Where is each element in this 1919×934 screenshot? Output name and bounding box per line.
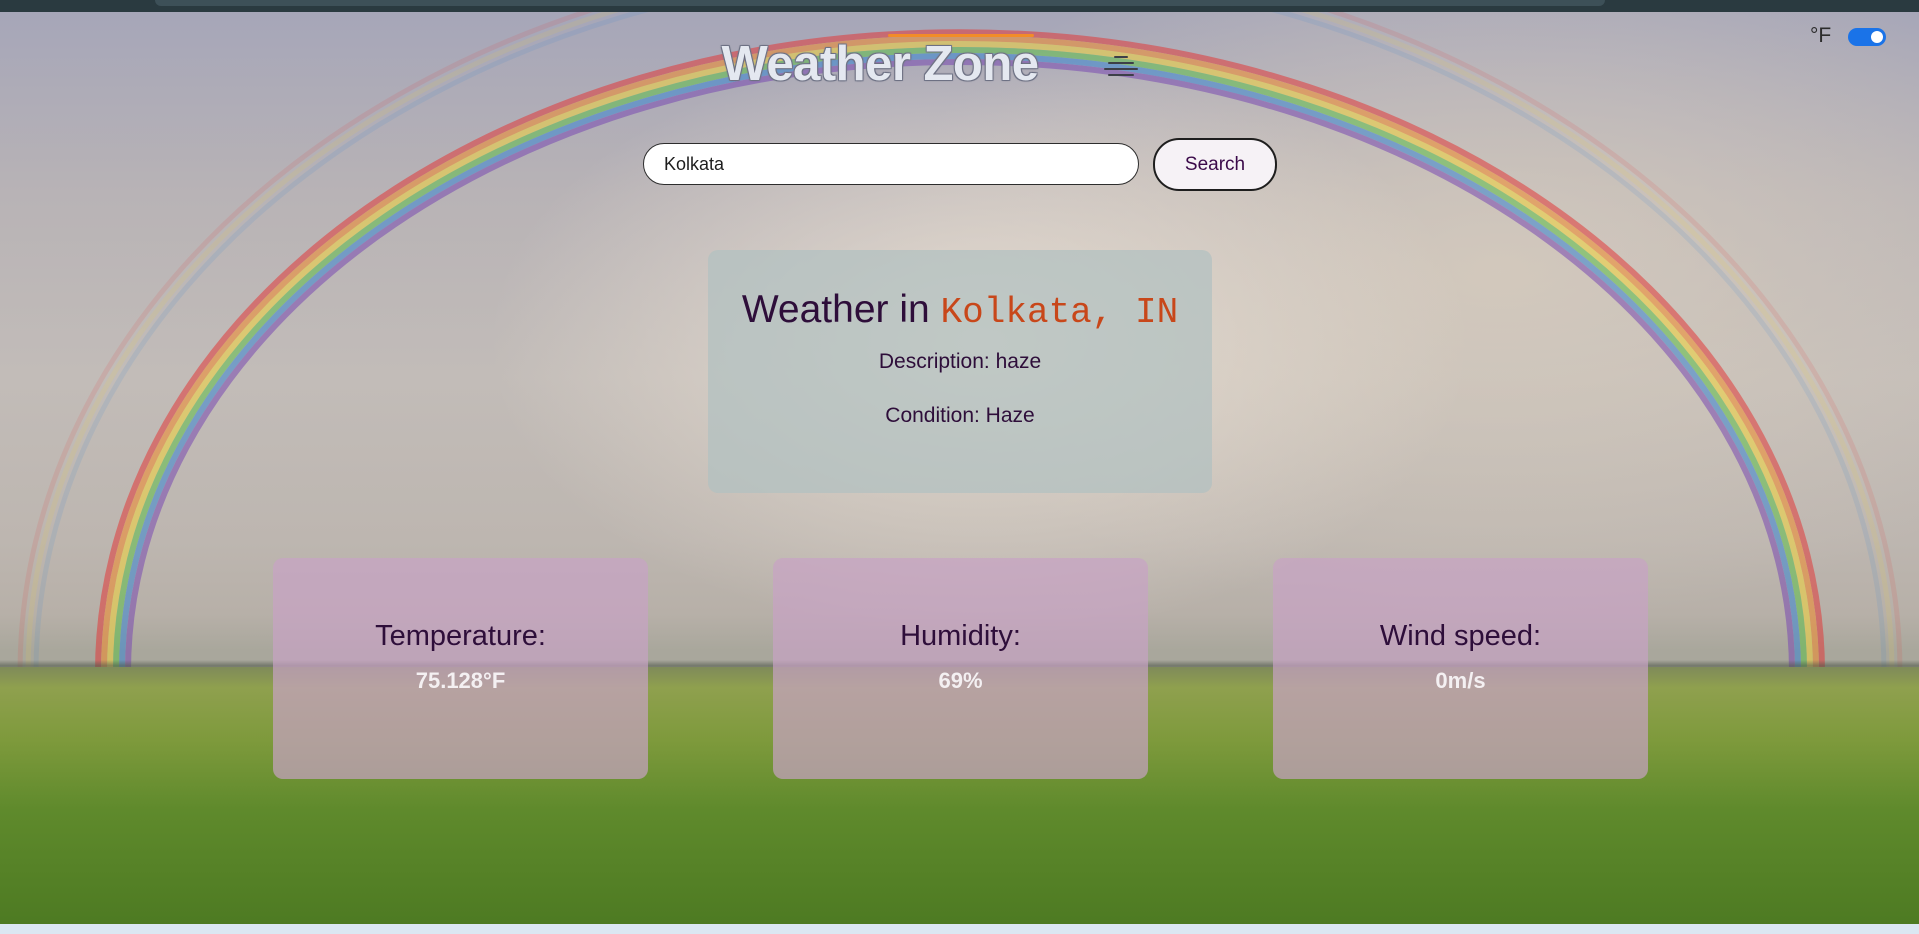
app-title: Weather Zone [721, 37, 1039, 91]
browser-bottom-bar [0, 924, 1919, 934]
temperature-value: 75.128°F [415, 668, 506, 693]
weather-condition: Condition: Haze [885, 404, 1035, 427]
weather-description: Description: haze [878, 350, 1042, 373]
temperature-card: Temperature: 75.128°F [273, 558, 648, 779]
unit-label: °F [1810, 24, 1832, 47]
humidity-value: 69% [938, 668, 983, 693]
wind-speed-label: Wind speed: [1379, 620, 1542, 652]
humidity-label: Humidity: [900, 620, 1021, 652]
haze-lines-icon [1104, 56, 1138, 80]
weather-heading: Weather in Kolkata, IN [708, 288, 1212, 333]
weather-summary-card: Weather in Kolkata, IN Description: haze… [708, 250, 1212, 493]
wind-speed-card: Wind speed: 0m/s [1273, 558, 1648, 779]
weather-heading-prefix: Weather in [741, 288, 930, 331]
top-bar-handle [155, 0, 1605, 6]
toggle-knob [1871, 31, 1883, 43]
weather-location: Kolkata, IN [940, 292, 1179, 333]
humidity-card: Humidity: 69% [773, 558, 1148, 779]
browser-top-bar [0, 0, 1919, 12]
search-button[interactable]: Search [1153, 138, 1277, 191]
browser-viewport: Weather Zone °F Search Weather in Kolkat… [0, 0, 1919, 934]
search-input[interactable] [643, 143, 1139, 185]
temperature-label: Temperature: [375, 620, 546, 652]
wind-speed-value: 0m/s [1435, 668, 1486, 693]
unit-toggle[interactable] [1848, 28, 1886, 46]
